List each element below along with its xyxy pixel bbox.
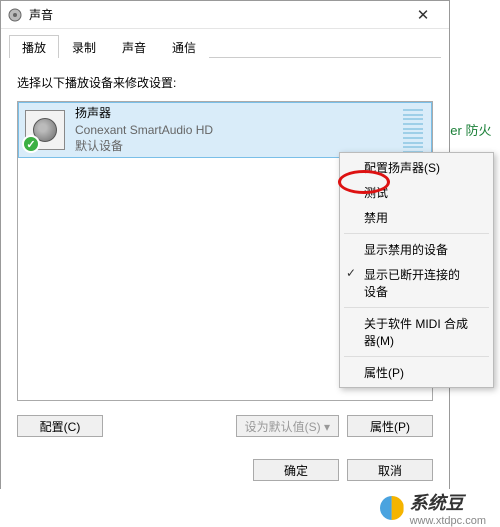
device-driver: Conexant SmartAudio HD [75,122,213,139]
menu-item-test[interactable]: 测试 [340,180,493,205]
tab-playback[interactable]: 播放 [9,35,59,58]
watermark-logo-icon [380,496,404,520]
menu-item-configure[interactable]: 配置扬声器(S) [340,155,493,180]
menu-separator [344,233,489,234]
menu-item-show_disconnected[interactable]: 显示已断开连接的设备✓ [340,262,493,304]
instruction-text: 选择以下播放设备来修改设置: [17,74,433,91]
dialog-title: 声音 [29,6,403,23]
context-menu: 配置扬声器(S)测试禁用显示禁用的设备显示已断开连接的设备✓ 关于软件 MIDI … [339,152,494,388]
cancel-button[interactable]: 取消 [347,459,433,481]
watermark-domain: www.xtdpc.com [410,515,486,527]
menu-item-props[interactable]: 属性(P) [340,360,493,385]
tab-strip: 播放 录制 声音 通信 [9,34,441,58]
speaker-icon: ✓ [25,110,65,150]
device-status: 默认设备 [75,138,213,155]
sound-icon [7,7,23,23]
tab-sound[interactable]: 声音 [109,35,159,58]
configure-button[interactable]: 配置(C) [17,415,103,437]
menu-separator [344,356,489,357]
check-icon: ✓ [346,266,356,280]
ok-button[interactable]: 确定 [253,459,339,481]
menu-item-disable[interactable]: 禁用 [340,205,493,230]
level-meter [403,109,423,153]
tab-recording[interactable]: 录制 [59,35,109,58]
device-name: 扬声器 [75,105,213,122]
menu-separator [344,307,489,308]
device-text: 扬声器 Conexant SmartAudio HD 默认设备 [75,105,213,155]
titlebar: 声音 ✕ [1,1,449,29]
tab-communication[interactable]: 通信 [159,35,209,58]
set-default-button[interactable]: 设为默认值(S) ▾ [236,415,339,437]
watermark-brand: 系统豆 [410,489,486,515]
menu-item-about_midi[interactable]: 关于软件 MIDI 合成器(M) [340,311,493,353]
default-check-icon: ✓ [22,135,40,153]
menu-item-show_disabled[interactable]: 显示禁用的设备 [340,237,493,262]
watermark: 系统豆 www.xtdpc.com [0,489,500,527]
properties-button[interactable]: 属性(P) [347,415,433,437]
device-item-speaker[interactable]: ✓ 扬声器 Conexant SmartAudio HD 默认设备 [18,102,432,158]
close-button[interactable]: ✕ [403,6,443,24]
